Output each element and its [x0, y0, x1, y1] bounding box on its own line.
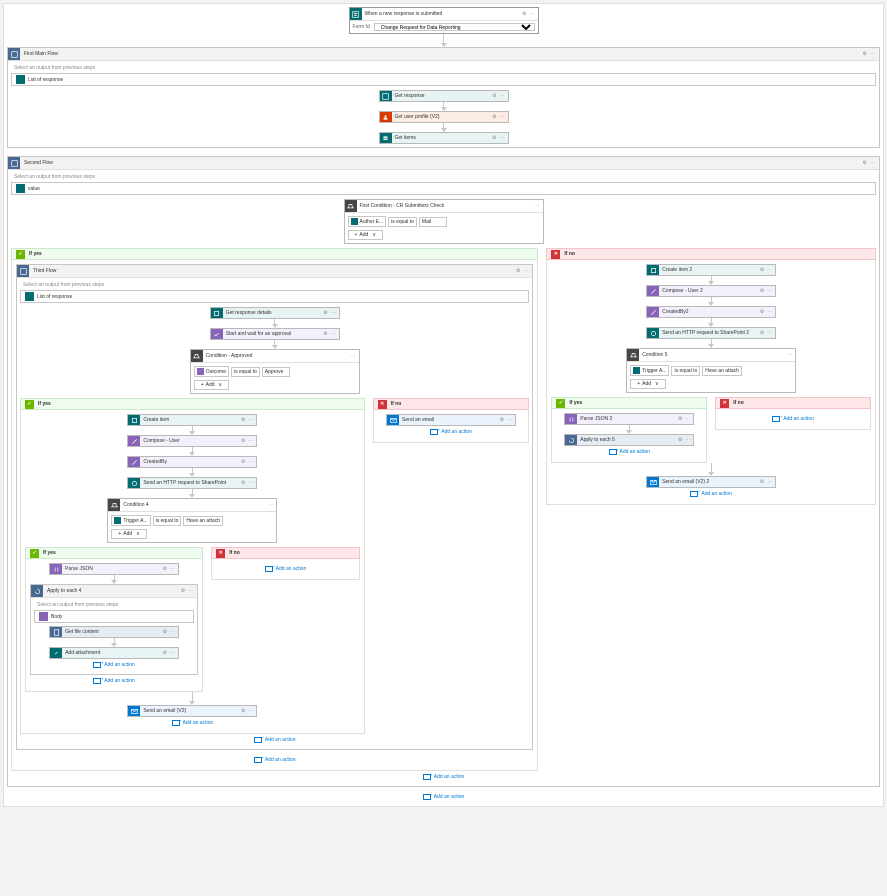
- scope-icon: [8, 48, 20, 60]
- action-compose-user-2[interactable]: Compose - User 2⚙⋯: [646, 285, 776, 297]
- action-create-item[interactable]: Create item⚙⋯: [127, 414, 257, 426]
- more-icon[interactable]: ⋯: [351, 353, 356, 359]
- add-action-link[interactable]: Add an action: [16, 754, 533, 766]
- gear-icon[interactable]: ⚙: [863, 160, 867, 166]
- helper-text: Select an output from previous steps: [11, 64, 876, 73]
- more-icon[interactable]: ⋯: [331, 310, 336, 316]
- more-icon[interactable]: ⋯: [530, 11, 535, 17]
- cond-lhs[interactable]: Author E...: [348, 216, 387, 227]
- action-create-item-2[interactable]: Create item 2⚙⋯: [646, 264, 776, 276]
- condition-5[interactable]: Condition 5⋯ Trigger A... is equal to Ha…: [626, 348, 796, 393]
- loop-input[interactable]: List of response: [20, 290, 529, 303]
- trigger-title: When a new response is submitted: [362, 11, 520, 17]
- action-add-attachment[interactable]: Add attachment⚙⋯: [49, 647, 179, 659]
- more-icon[interactable]: ⋯: [870, 51, 875, 57]
- condition-icon: [345, 200, 357, 212]
- arrow-icon: [441, 123, 447, 132]
- add-action-link[interactable]: Add an action: [216, 563, 355, 575]
- add-action-link[interactable]: Add an action: [172, 717, 214, 729]
- add-action-link[interactable]: Add an action: [93, 675, 135, 687]
- action-send-email-no[interactable]: Send an email⚙⋯: [386, 414, 516, 426]
- param-label: Form Id: [353, 24, 370, 30]
- action-createdby[interactable]: CreatedBy⚙⋯: [127, 456, 257, 468]
- action-http-sp-2[interactable]: Send an HTTP request to SharePoint 2⚙⋯: [646, 327, 776, 339]
- action-start-wait-approval[interactable]: Start and wait for an approval ⚙⋯: [210, 328, 340, 340]
- check-icon: ✓: [16, 250, 25, 259]
- branch-yes[interactable]: ✓If yes: [20, 398, 365, 410]
- branch-no[interactable]: ✕If no: [546, 248, 876, 260]
- more-icon[interactable]: ⋯: [500, 114, 505, 120]
- gear-icon[interactable]: ⚙: [492, 93, 496, 99]
- scope-icon: [17, 265, 29, 277]
- action-get-response[interactable]: Get response ⚙⋯: [379, 90, 509, 102]
- forms-icon: [350, 8, 362, 20]
- condition-4[interactable]: Condition 4⋯ Trigger A... is equal to Ha…: [107, 498, 277, 543]
- action-get-items[interactable]: Get items ⚙⋯: [379, 132, 509, 144]
- gear-icon[interactable]: ⚙: [323, 331, 327, 337]
- cond-rhs[interactable]: Mail: [419, 217, 447, 227]
- action-compose-user[interactable]: Compose - User⚙⋯: [127, 435, 257, 447]
- scope-title: Second Flow: [20, 160, 859, 166]
- add-action-link[interactable]: Add an action: [20, 734, 529, 746]
- scope-second-flow[interactable]: Second Flow ⚙⋯ Select an output from pre…: [7, 156, 880, 787]
- cond-op[interactable]: is equal to: [231, 367, 260, 377]
- more-icon[interactable]: ⋯: [500, 135, 505, 141]
- condition-icon: [191, 350, 203, 362]
- action-parse-json-2[interactable]: Parse JSON 2⚙⋯: [564, 413, 694, 425]
- more-icon[interactable]: ⋯: [331, 331, 336, 337]
- add-row-button[interactable]: Add∨: [194, 380, 230, 390]
- helper-text: Select an output from previous steps: [11, 173, 876, 182]
- more-icon[interactable]: ⋯: [870, 160, 875, 166]
- cond-lhs[interactable]: Outcome: [194, 366, 229, 377]
- add-action-link[interactable]: Add an action: [430, 426, 472, 438]
- action-get-file-content[interactable]: Get file content⚙⋯: [49, 626, 179, 638]
- action-createdby-2[interactable]: CreatedBy2⚙⋯: [646, 306, 776, 318]
- add-action-link[interactable]: Add an action: [690, 488, 732, 500]
- apply-to-each-5[interactable]: Apply to each 5⚙⋯: [564, 434, 694, 446]
- scope-title: First Main Flow: [20, 51, 859, 57]
- scope-icon: [8, 157, 20, 169]
- action-http-sp[interactable]: Send an HTTP request to SharePoint⚙⋯: [127, 477, 257, 489]
- action-send-email-2[interactable]: Send an email (V2) 2⚙⋯: [646, 476, 776, 488]
- token-icon: [16, 184, 25, 193]
- token-icon: [16, 75, 25, 84]
- apply-to-each-4[interactable]: Apply to each 4⚙⋯ Select an output from …: [30, 584, 198, 675]
- action-get-user-profile[interactable]: Get user profile (V2) ⚙⋯: [379, 111, 509, 123]
- add-action-link[interactable]: Add an action: [11, 771, 876, 783]
- trigger-card[interactable]: When a new response is submitted ⚙ ⋯ For…: [349, 7, 539, 34]
- gear-icon[interactable]: ⚙: [492, 114, 496, 120]
- branch-no[interactable]: ✕If no: [373, 398, 530, 410]
- add-action-link[interactable]: Add an action: [720, 413, 866, 425]
- more-icon[interactable]: ⋯: [523, 268, 528, 274]
- arrow-icon: [441, 34, 447, 47]
- gear-icon[interactable]: ⚙: [863, 51, 867, 57]
- scope-third-flow[interactable]: Third Flow ⚙⋯ Select an output from prev…: [16, 264, 533, 750]
- cond-rhs[interactable]: Approve: [262, 367, 290, 377]
- loop-input[interactable]: value: [11, 182, 876, 195]
- more-icon[interactable]: ⋯: [535, 203, 540, 209]
- gear-icon[interactable]: ⚙: [516, 268, 520, 274]
- branch-yes[interactable]: ✓ If yes: [11, 248, 538, 260]
- add-action-link[interactable]: Add an action: [609, 446, 651, 458]
- gear-icon[interactable]: ⚙: [323, 310, 327, 316]
- action-parse-json[interactable]: Parse JSON⚙⋯: [49, 563, 179, 575]
- add-row-button[interactable]: Add∨: [630, 379, 666, 389]
- gear-icon[interactable]: ⚙: [492, 135, 496, 141]
- action-get-response-details[interactable]: Get response details ⚙⋯: [210, 307, 340, 319]
- add-action-link[interactable]: Add an action: [34, 659, 194, 671]
- add-row-button[interactable]: Add∨: [111, 529, 147, 539]
- loop-input[interactable]: List of response: [11, 73, 876, 86]
- more-icon[interactable]: ⋯: [500, 93, 505, 99]
- condition-approved[interactable]: Condition - Approved ⋯ Outcome is equal …: [190, 349, 360, 394]
- arrow-icon: [441, 102, 447, 111]
- add-row-button[interactable]: Add∨: [348, 230, 384, 240]
- cond-op[interactable]: is equal to: [388, 217, 417, 227]
- gear-icon[interactable]: ⚙: [522, 11, 526, 17]
- condition-cr-submitters-check[interactable]: First Condition - CR Submitters Check ⋯ …: [344, 199, 544, 244]
- add-action-link[interactable]: Add an action: [7, 791, 880, 803]
- action-send-email[interactable]: Send an email (V2)⚙⋯: [127, 705, 257, 717]
- scope-first-main-flow[interactable]: First Main Flow ⚙⋯ Select an output from…: [7, 47, 880, 148]
- form-select[interactable]: Change Request for Data Reporting: [374, 23, 535, 31]
